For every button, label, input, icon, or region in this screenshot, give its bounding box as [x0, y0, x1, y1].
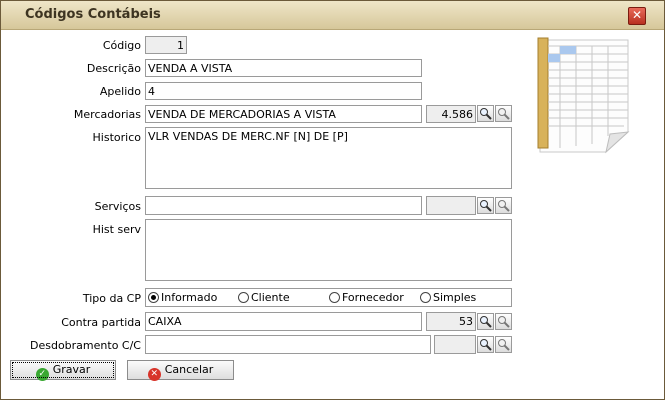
historico-label: Historico: [92, 131, 141, 144]
tipo-cp-radio-group: Informado Cliente Fornecedor Simples: [145, 288, 512, 307]
servicos-code[interactable]: [426, 196, 476, 215]
radio-unselected-icon: [420, 292, 431, 303]
contra-partida-code[interactable]: 53: [426, 312, 476, 331]
contra-partida-field[interactable]: CAIXA: [145, 312, 422, 331]
clear-search-icon: [498, 200, 510, 212]
window-title: Códigos Contábeis: [25, 7, 161, 22]
clear-search-icon: [498, 316, 510, 328]
servicos-label: Serviços: [94, 200, 141, 213]
desdobramento-label: Desdobramento C/C: [30, 339, 141, 352]
contra-partida-label: Contra partida: [61, 316, 141, 329]
magnifier-icon: [480, 108, 492, 120]
mercadorias-code[interactable]: 4.586: [426, 105, 476, 123]
radio-unselected-icon: [238, 292, 249, 303]
desdobramento-code[interactable]: [434, 335, 476, 354]
codigo-field[interactable]: 1: [145, 36, 187, 54]
apelido-field[interactable]: 4: [145, 82, 422, 100]
checkmark-icon: ✓: [35, 368, 49, 381]
radio-informado[interactable]: Informado: [148, 292, 217, 304]
hist-serv-label: Hist serv: [92, 223, 141, 236]
desdobramento-lookup-button[interactable]: [477, 336, 494, 353]
servicos-field[interactable]: [145, 196, 422, 215]
codigo-label: Código: [102, 39, 141, 52]
magnifier-icon: [480, 339, 492, 351]
tipo-cp-label: Tipo da CP: [82, 292, 141, 305]
magnifier-icon: [480, 316, 492, 328]
radio-simples[interactable]: Simples: [420, 292, 476, 304]
radio-fornecedor[interactable]: Fornecedor: [329, 292, 404, 304]
historico-field[interactable]: VLR VENDAS DE MERC.NF [N] DE [P]: [145, 127, 512, 189]
dialog-window: Códigos Contábeis ✕ Código 1 Descrição V…: [0, 0, 665, 400]
mercadorias-field[interactable]: VENDA DE MERCADORIAS A VISTA: [145, 105, 422, 123]
title-bar[interactable]: Códigos Contábeis ✕: [1, 1, 664, 30]
mercadorias-clear-button[interactable]: [495, 105, 512, 122]
cancel-icon: ✕: [147, 368, 161, 381]
magnifier-icon: [480, 200, 492, 212]
cancelar-button[interactable]: ✕ Cancelar: [127, 360, 234, 381]
desdobramento-field[interactable]: [145, 335, 431, 354]
descricao-field[interactable]: VENDA A VISTA: [145, 59, 422, 77]
gravar-button[interactable]: ✓ Gravar: [10, 360, 116, 381]
clear-search-icon: [498, 108, 510, 120]
contra-partida-clear-button[interactable]: [495, 313, 512, 330]
apelido-label: Apelido: [99, 85, 141, 98]
servicos-lookup-button[interactable]: [477, 197, 494, 214]
close-button[interactable]: ✕: [628, 7, 646, 25]
mercadorias-lookup-button[interactable]: [477, 105, 494, 122]
spreadsheet-icon: [537, 37, 630, 154]
clear-search-icon: [498, 339, 510, 351]
radio-selected-icon: [148, 292, 159, 303]
radio-unselected-icon: [329, 292, 340, 303]
desdobramento-clear-button[interactable]: [495, 336, 512, 353]
descricao-label: Descrição: [86, 62, 141, 75]
servicos-clear-button[interactable]: [495, 197, 512, 214]
contra-partida-lookup-button[interactable]: [477, 313, 494, 330]
mercadorias-label: Mercadorias: [73, 108, 141, 121]
hist-serv-field[interactable]: [145, 219, 512, 281]
radio-cliente[interactable]: Cliente: [238, 292, 290, 304]
